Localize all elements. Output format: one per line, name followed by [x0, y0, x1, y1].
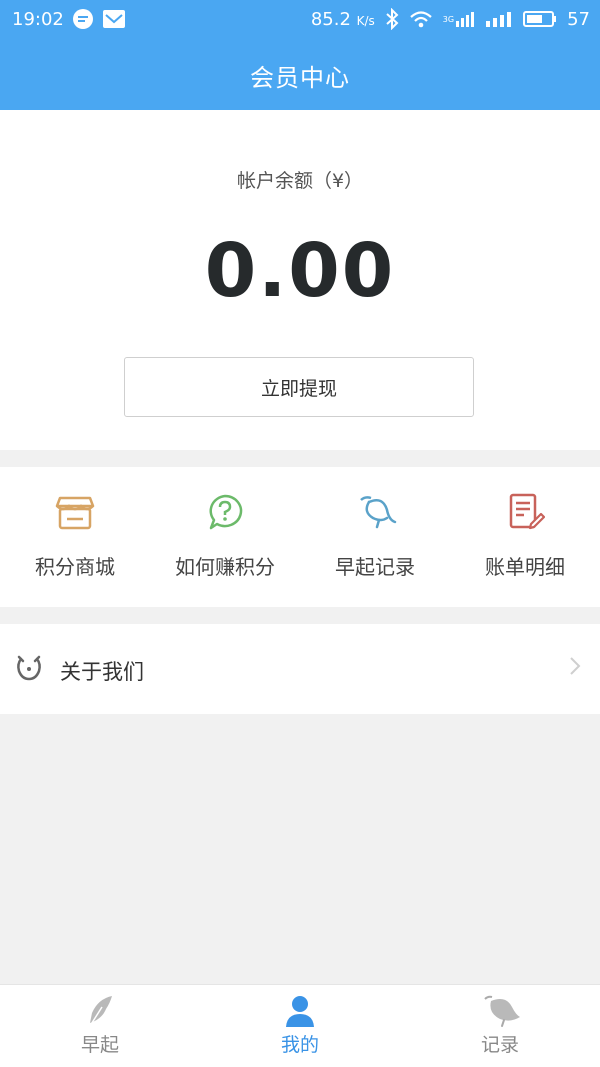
tab-label: 我的: [280, 1034, 319, 1056]
feather-icon: [82, 993, 118, 1029]
tab-early[interactable]: 早起: [0, 985, 200, 1067]
bird-icon: [482, 993, 520, 1029]
chevron-right-icon: [568, 654, 582, 678]
battery-level: 57: [567, 8, 590, 30]
status-time: 19:02: [12, 8, 64, 30]
chat-icon: [72, 8, 94, 30]
tab-label: 早起: [80, 1034, 119, 1056]
menu-item-bill-details[interactable]: 账单明细: [450, 467, 600, 607]
about-us-row[interactable]: 关于我们: [0, 624, 600, 714]
wifi-icon: [409, 9, 433, 29]
menu-label: 账单明细: [485, 555, 565, 579]
menu-item-points-mall[interactable]: 积分商城: [0, 467, 150, 607]
balance-card: 帐户余额（¥） 0.00 立即提现: [0, 110, 600, 450]
status-bar: 19:02 85.2 K/s 3G 57: [0, 0, 600, 38]
balance-label: 帐户余额（¥）: [236, 170, 364, 192]
shop-icon: [55, 492, 95, 532]
signal-3g-icon: 3G: [443, 10, 475, 28]
balance-amount: 0.00: [204, 228, 396, 314]
app-header: 19:02 85.2 K/s 3G 57 会员中心: [0, 0, 600, 110]
feature-menu: 积分商城 如何赚积分 早起记录 账单明细: [0, 467, 600, 607]
signal-icon: [485, 10, 513, 28]
notification-icon: [102, 9, 126, 29]
tab-records[interactable]: 记录: [400, 985, 600, 1067]
withdraw-button[interactable]: 立即提现: [124, 357, 474, 417]
battery-icon: [523, 10, 557, 28]
bill-icon: [505, 492, 546, 532]
bottom-tab-bar: 早起 我的 记录: [0, 984, 600, 1067]
about-us-label: 关于我们: [60, 660, 144, 684]
menu-item-early-records[interactable]: 早起记录: [300, 467, 450, 607]
network-speed: 85.2 K/s: [310, 8, 375, 30]
horseshoe-icon: [15, 654, 43, 682]
user-icon: [282, 993, 318, 1029]
menu-label: 如何赚积分: [175, 555, 275, 579]
question-bubble-icon: [205, 492, 245, 532]
page-title: 会员中心: [250, 64, 350, 92]
menu-label: 积分商城: [35, 555, 115, 579]
menu-item-earn-points[interactable]: 如何赚积分: [150, 467, 300, 607]
bluetooth-icon: [385, 8, 399, 30]
menu-label: 早起记录: [335, 555, 415, 579]
tab-mine[interactable]: 我的: [200, 985, 400, 1067]
tab-label: 记录: [480, 1034, 519, 1056]
bird-icon: [355, 492, 397, 532]
